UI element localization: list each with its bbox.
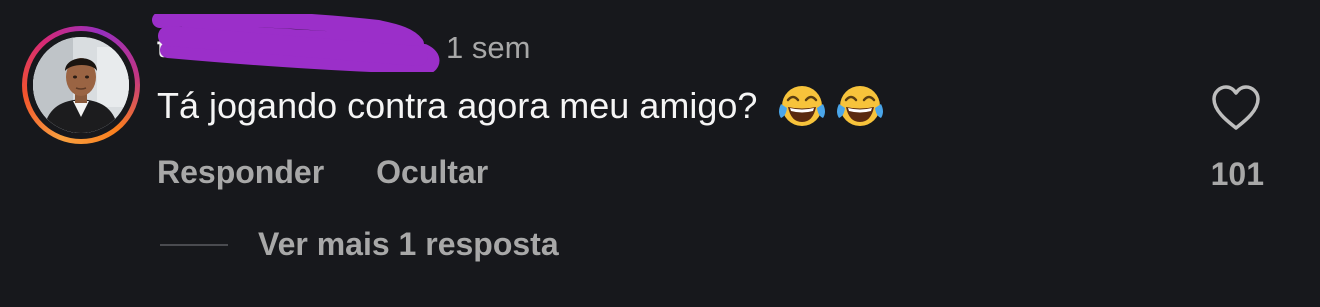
hide-button[interactable]: Ocultar bbox=[376, 154, 488, 191]
view-more-replies-button[interactable]: Ver mais 1 resposta bbox=[160, 226, 559, 263]
tears-of-joy-emoji-icon bbox=[837, 86, 884, 126]
redaction-scribble bbox=[152, 14, 440, 72]
avatar-photo bbox=[33, 37, 129, 133]
emoji-group bbox=[769, 82, 885, 130]
comment-text: Tá jogando contra agora meu amigo? bbox=[157, 82, 885, 130]
comment-body: Tá jogando contra agora meu amigo? bbox=[157, 85, 758, 126]
story-ring[interactable] bbox=[22, 26, 140, 144]
replies-divider bbox=[160, 243, 228, 246]
like-count: 101 bbox=[1210, 156, 1264, 192]
comment-actions: Responder Ocultar bbox=[157, 154, 488, 191]
avatar[interactable] bbox=[33, 37, 129, 133]
reply-button[interactable]: Responder bbox=[157, 154, 324, 191]
heart-icon[interactable] bbox=[1210, 84, 1262, 132]
timestamp: 1 sem bbox=[446, 30, 531, 65]
tears-of-joy-emoji-icon bbox=[779, 86, 826, 126]
comment-item: ta 1 sem Tá jogando contra agora meu ami… bbox=[0, 0, 1320, 307]
view-more-replies-label: Ver mais 1 resposta bbox=[258, 226, 559, 262]
